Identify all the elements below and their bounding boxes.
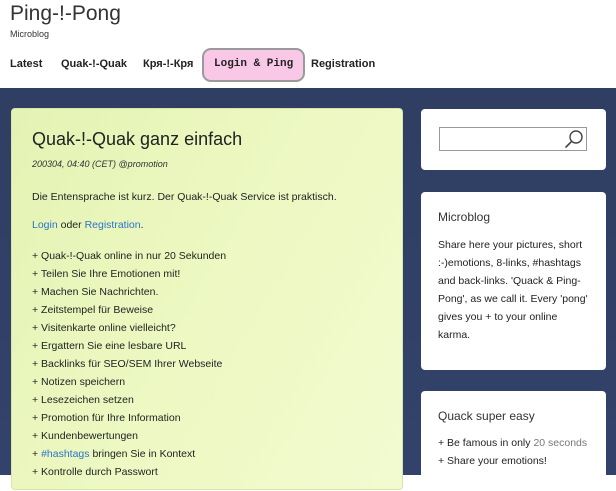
- nav-registration[interactable]: Registration: [311, 48, 375, 82]
- nav-login-ping-button[interactable]: Login & Ping: [202, 48, 306, 82]
- article-title: Quak-!-Quak ganz einfach: [32, 129, 243, 149]
- hashtag-prefix: +: [32, 448, 42, 460]
- article-panel: Quak-!-Quak ganz einfach 200304, 04:40 (…: [11, 108, 403, 490]
- hashtags-link[interactable]: #hashtags: [41, 448, 89, 460]
- microblog-description: Share here your pictures, short :-)emoti…: [438, 239, 588, 341]
- list-item: + Kontrolle durch Passwort: [32, 466, 158, 478]
- site-title[interactable]: Ping-!-Pong: [10, 2, 121, 26]
- quack-card: Quack super easy + Be famous in only 20 …: [421, 391, 606, 491]
- site-header: Ping-!-Pong Microblog Latest Quak-!-Quak…: [0, 0, 616, 88]
- list-item: + Backlinks für SEO/SEM Ihrer Webseite: [32, 358, 223, 370]
- list-item: + Teilen Sie Ihre Emotionen mit!: [32, 268, 181, 280]
- article-meta: 200304, 04:40 (CET) @promotion: [32, 159, 168, 169]
- list-item: + Machen Sie Nachrichten.: [32, 286, 159, 298]
- quack-item-prefix: + Be famous in only: [438, 437, 534, 449]
- list-item: + Notizen speichern: [32, 376, 126, 388]
- microblog-title: Microblog: [438, 210, 491, 224]
- list-item: + Visitenkarte online vielleicht?: [32, 322, 176, 334]
- registration-link[interactable]: Registration: [85, 219, 141, 231]
- microblog-card: Microblog Share here your pictures, shor…: [421, 192, 606, 370]
- quack-item-highlight: 20 seconds: [533, 437, 588, 449]
- or-text: oder: [57, 219, 85, 231]
- auth-line: Login oder Registration.: [32, 219, 144, 231]
- main-nav: Latest Quak-!-Quak Кря-!-Кря Login & Pin…: [0, 48, 616, 82]
- list-item: + Promotion für Ihre Information: [32, 412, 181, 424]
- list-item: + Lesezeichen setzen: [32, 394, 134, 406]
- feature-list: + Quak-!-Quak online in nur 20 Sekunden …: [32, 247, 226, 481]
- list-item: + Zeitstempel für Beweise: [32, 304, 154, 316]
- list-item: + Share your emotions!: [438, 455, 547, 467]
- list-item: + Be famous in only 20 seconds: [438, 434, 587, 452]
- list-item: + Kundenbewertungen: [32, 430, 138, 442]
- period-text: .: [140, 219, 144, 231]
- list-item-hashtags: + #hashtags bringen Sie in Kontext: [32, 445, 226, 463]
- hashtag-suffix: bringen Sie in Kontext: [89, 448, 196, 460]
- list-item: + Ergattern Sie eine lesbare URL: [32, 340, 187, 352]
- login-link[interactable]: Login: [32, 219, 58, 231]
- site-tagline: Microblog: [10, 29, 50, 39]
- article-intro: Die Entensprache ist kurz. Der Quak-!-Qu…: [32, 191, 337, 203]
- quack-title: Quack super easy: [438, 409, 535, 423]
- nav-quak[interactable]: Quak-!-Quak: [61, 48, 127, 82]
- nav-latest[interactable]: Latest: [10, 48, 42, 82]
- quack-list: + Be famous in only 20 seconds + Share y…: [438, 434, 587, 470]
- nav-krya[interactable]: Кря-!-Кря: [143, 48, 193, 82]
- list-item: + Quak-!-Quak online in nur 20 Sekunden: [32, 250, 227, 262]
- search-icon[interactable]: [564, 129, 584, 149]
- search-card: [421, 109, 606, 170]
